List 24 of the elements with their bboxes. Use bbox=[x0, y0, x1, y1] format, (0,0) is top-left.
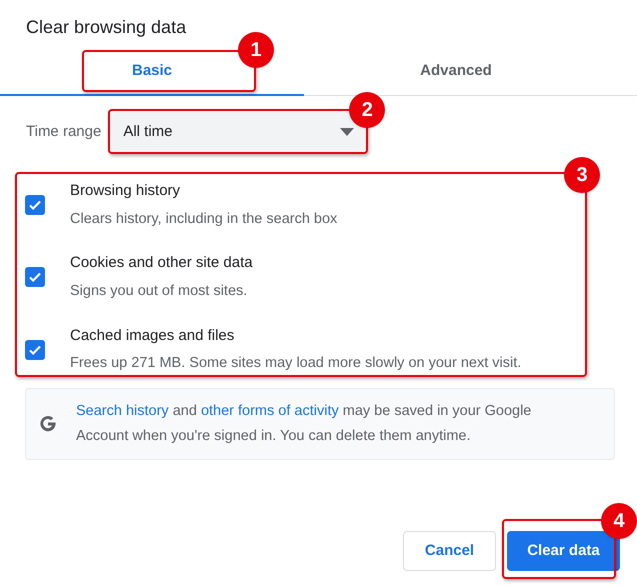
notice-text: Search history and other forms of activity may be saved in your Google Account when you're signed in. You can delete them anytime. bbox=[76, 402, 532, 446]
checkbox[interactable] bbox=[25, 340, 45, 360]
check-icon bbox=[28, 198, 42, 212]
notice-link[interactable]: Search history bbox=[76, 403, 169, 419]
step-badge: 2 bbox=[349, 92, 386, 128]
option-title: Cookies and other site data bbox=[70, 253, 253, 274]
checkbox[interactable] bbox=[25, 267, 45, 288]
step-badge: 1 bbox=[238, 32, 274, 68]
notice-link[interactable]: other forms of activity bbox=[200, 403, 339, 419]
step-badge: 4 bbox=[601, 503, 637, 539]
checkbox[interactable] bbox=[25, 195, 45, 216]
check-icon bbox=[28, 270, 42, 284]
option-description: Frees up 271 MB. Some sites may load more slowly on your next visit. bbox=[70, 354, 522, 373]
dialog-title: Clear browsing data bbox=[26, 16, 186, 39]
option-description: Clears history, including in the search box bbox=[70, 210, 338, 228]
step-badge: 3 bbox=[564, 157, 600, 193]
time-range-label: Time range bbox=[26, 122, 102, 142]
clear-data-button[interactable]: Clear data bbox=[507, 531, 620, 571]
option-title: Cached images and files bbox=[70, 326, 236, 346]
cancel-button[interactable]: Cancel bbox=[403, 531, 496, 571]
g-letter-icon bbox=[38, 414, 58, 434]
dropdown-caret-icon bbox=[340, 128, 354, 136]
option-title: Browsing history bbox=[70, 181, 182, 201]
option-description: Signs you out of most sites. bbox=[70, 282, 248, 301]
